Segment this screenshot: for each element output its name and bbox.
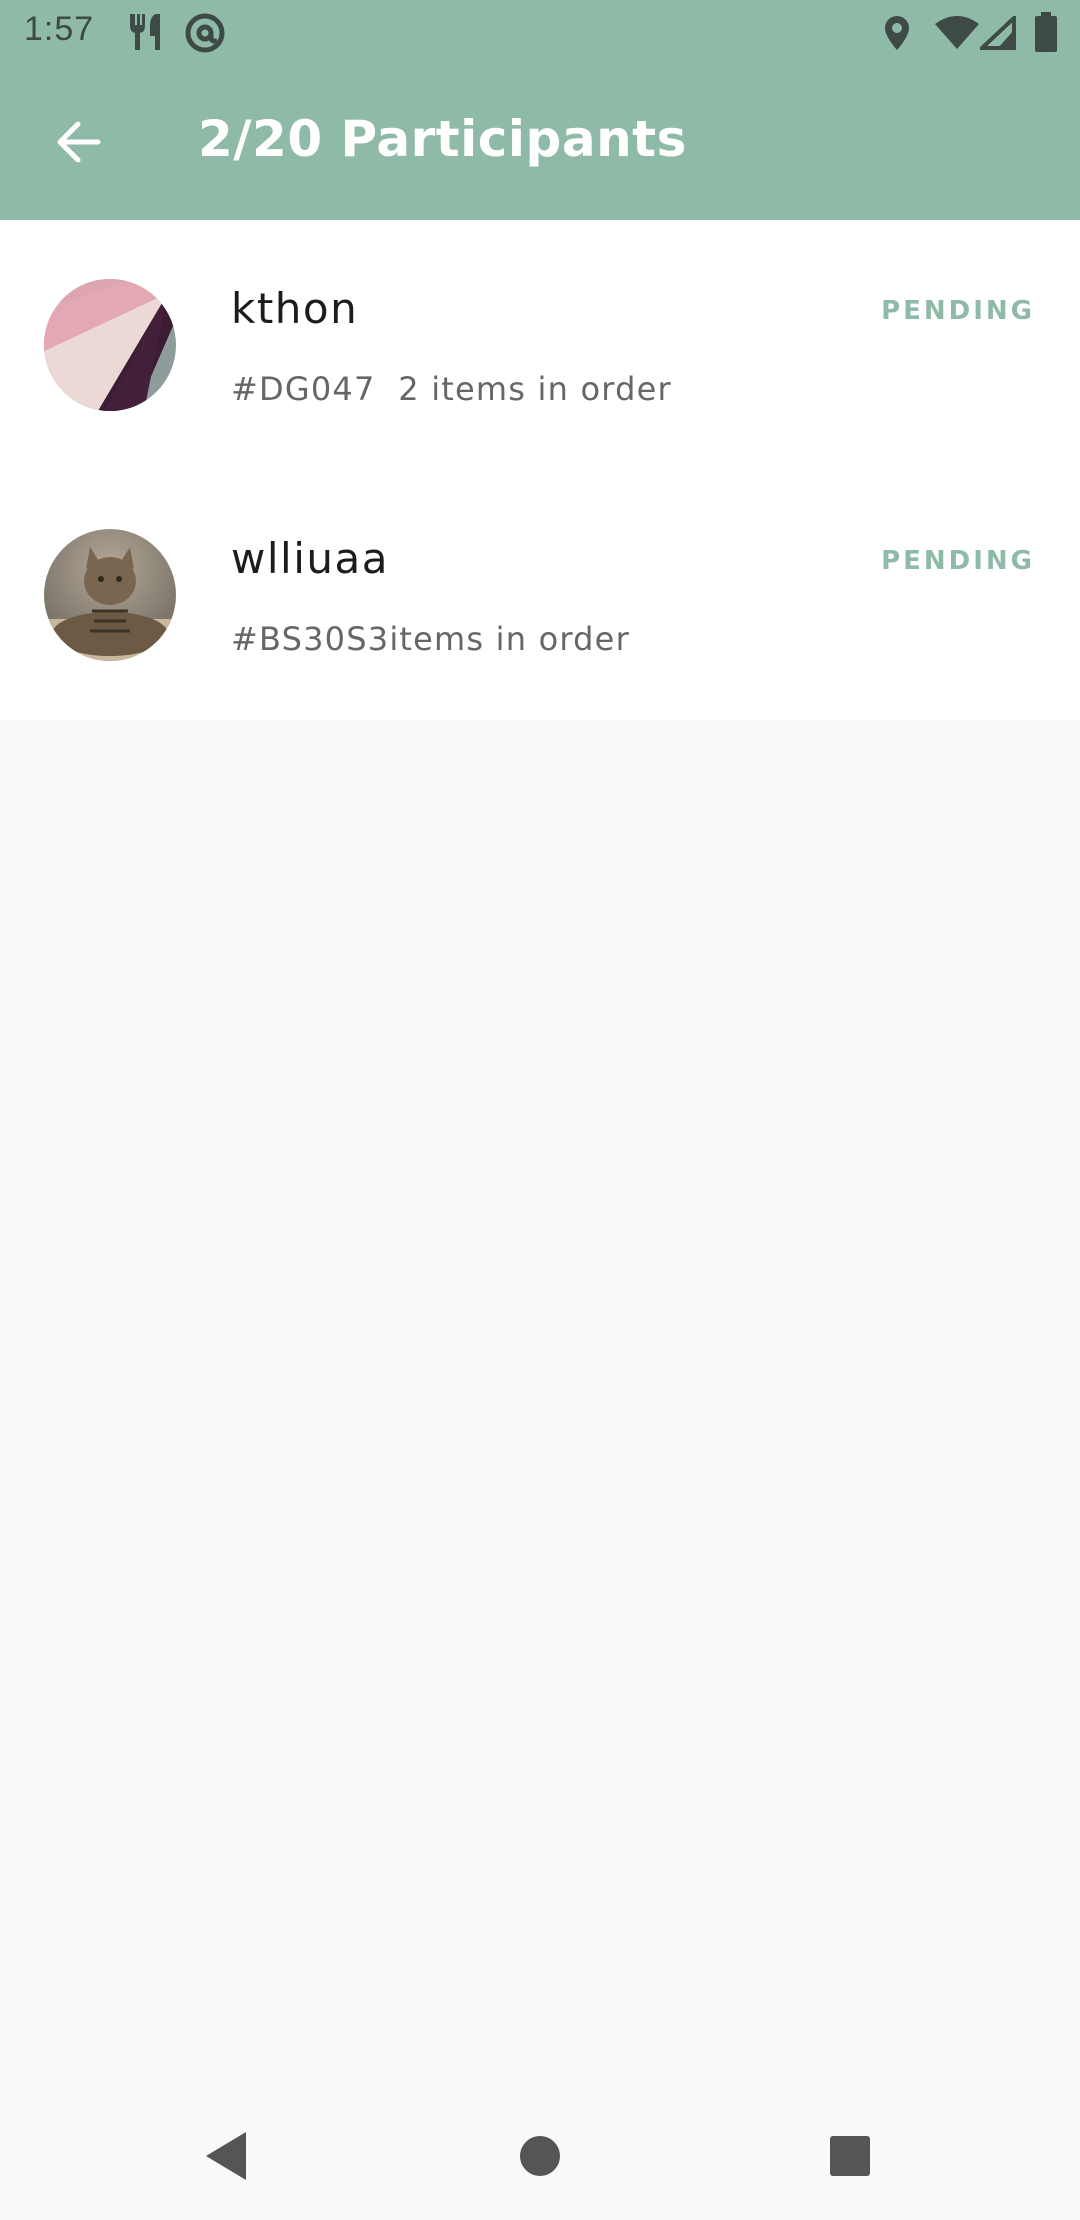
item-count: 2 items in order <box>398 370 672 408</box>
list-item[interactable]: wlliuaa #BS30S3items in order PENDING <box>0 470 1080 720</box>
participant-name: wlliuaa <box>231 534 389 583</box>
status-badge: PENDING <box>881 546 1035 576</box>
app-bar: 2/20 Participants <box>0 66 1080 220</box>
wifi-icon <box>934 16 980 54</box>
order-code: #BS30S3 <box>231 620 390 658</box>
order-summary: #DG047 2 items in order <box>231 370 672 408</box>
system-nav-bar <box>0 2100 1080 2220</box>
status-bar: 1:57 <box>0 0 1080 66</box>
order-summary: #BS30S3items in order <box>231 620 630 658</box>
avatar <box>44 529 176 661</box>
nav-recents-button[interactable] <box>810 2122 890 2194</box>
nav-back-button[interactable] <box>186 2122 266 2194</box>
at-sign-icon <box>184 12 226 58</box>
list-item[interactable]: kthon #DG047 2 items in order PENDING <box>0 220 1080 470</box>
avatar <box>44 279 176 411</box>
cell-signal-icon <box>976 13 1016 54</box>
page-title: 2/20 Participants <box>198 110 687 168</box>
status-badge: PENDING <box>881 296 1035 326</box>
home-circle-icon <box>518 2134 562 2182</box>
back-triangle-icon <box>202 2130 250 2186</box>
order-code: #DG047 <box>231 370 376 408</box>
location-pin-icon <box>882 14 912 56</box>
status-time: 1:57 <box>24 10 95 48</box>
nav-home-button[interactable] <box>500 2122 580 2194</box>
restaurant-icon <box>126 12 168 56</box>
back-button[interactable] <box>40 106 116 182</box>
arrow-left-icon <box>54 118 102 170</box>
battery-icon <box>1034 12 1058 56</box>
participant-list: kthon #DG047 2 items in order PENDING wl… <box>0 220 1080 720</box>
item-count: items in order <box>389 620 630 658</box>
participant-name: kthon <box>231 284 359 333</box>
recents-square-icon <box>828 2134 872 2182</box>
